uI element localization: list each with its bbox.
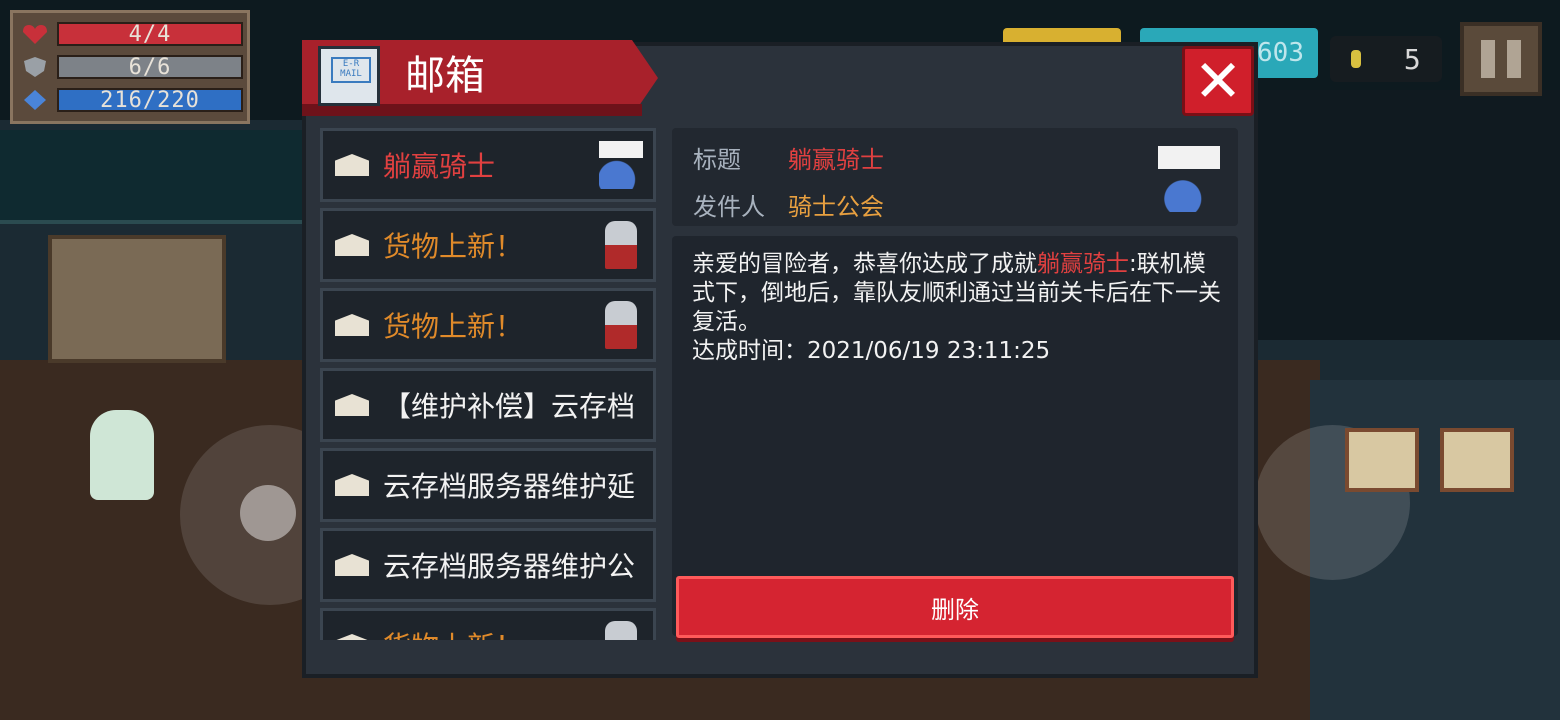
sender-label: 发件人: [693, 193, 765, 221]
mail-item[interactable]: 云存档服务器维护公: [320, 528, 656, 602]
achievement-name: 躺赢骑士: [1037, 251, 1129, 277]
background-sign: [1440, 428, 1514, 492]
mail-item-label: 【维护补偿】云存档: [383, 390, 636, 423]
mail-icon: E-R MAIL: [318, 46, 380, 106]
hp-row: 4/4: [21, 21, 243, 47]
mail-icon-label: E-R MAIL: [331, 57, 371, 83]
achieved-time: 达成时间：2021/06/19 23:11:25: [692, 338, 1051, 364]
background-wall: [0, 130, 330, 224]
armor-row: 6/6: [21, 54, 243, 80]
envelope-icon: [335, 154, 369, 176]
coin-counter: 5: [1330, 36, 1442, 82]
joystick-knob[interactable]: [240, 485, 296, 541]
mail-item[interactable]: 货物上新！: [320, 288, 656, 362]
pause-icon: [1481, 40, 1495, 78]
mail-list[interactable]: 躺赢骑士 货物上新！ 货物上新！ 【维护补偿】云存档 云存档服务器维护延 云存档…: [320, 128, 660, 640]
coin-icon: [1351, 50, 1362, 68]
delete-button[interactable]: 删除: [676, 576, 1234, 638]
background-shelf: [48, 235, 226, 363]
envelope-icon: [335, 234, 369, 256]
envelope-icon: [335, 394, 369, 416]
merchant-icon: [605, 621, 637, 640]
mail-item-label: 货物上新！: [383, 230, 524, 263]
mail-item-label: 云存档服务器维护延: [383, 470, 636, 503]
mail-item[interactable]: 云存档服务器维护延: [320, 448, 656, 522]
coin-count: 5: [1403, 42, 1421, 76]
envelope-icon: [335, 314, 369, 336]
background-right-wall: [1250, 90, 1560, 340]
player-stats-panel: 4/4 6/6 216/220: [10, 10, 250, 124]
body-text-start: 亲爱的冒险者，恭喜你达成了成就: [692, 251, 1037, 277]
envelope-icon: [335, 554, 369, 576]
sleeping-knight-icon: [599, 141, 643, 189]
hp-bar: 4/4: [57, 22, 243, 47]
mail-body-text: 亲爱的冒险者，恭喜你达成了成就躺赢骑士:联机模式下，倒地后，靠队友顺利通过当前关…: [692, 250, 1222, 366]
mail-item[interactable]: 货物上新！: [320, 208, 656, 282]
sleeping-knight-icon: [1158, 146, 1220, 212]
subject-label: 标题: [693, 146, 741, 174]
mail-item[interactable]: 货物上新！: [320, 608, 656, 640]
envelope-icon: [335, 634, 369, 640]
mailbox-title: 邮箱: [405, 53, 485, 99]
mail-item-label: 货物上新！: [383, 625, 605, 640]
pause-button[interactable]: [1460, 22, 1542, 96]
mail-item-label: 躺赢骑士: [383, 150, 496, 183]
armor-bar: 6/6: [57, 55, 243, 80]
merchant-icon: [605, 221, 637, 269]
energy-row: 216/220: [21, 87, 243, 113]
shield-icon: [24, 57, 46, 77]
mail-item-label: 货物上新！: [383, 310, 524, 343]
close-icon: ✕: [1193, 47, 1243, 115]
sender-value: 骑士公会: [788, 193, 884, 221]
energy-bar: 216/220: [57, 88, 243, 113]
subject-value: 躺赢骑士: [788, 146, 884, 174]
pause-icon: [1507, 40, 1521, 78]
npc-character: [90, 410, 154, 500]
close-button[interactable]: ✕: [1182, 46, 1254, 116]
envelope-icon: [335, 474, 369, 496]
background-sign: [1345, 428, 1419, 492]
merchant-icon: [605, 301, 637, 349]
mail-item[interactable]: 躺赢骑士: [320, 128, 656, 202]
heart-icon: [23, 25, 47, 44]
mail-item-label: 云存档服务器维护公: [383, 550, 636, 583]
mail-item[interactable]: 【维护补偿】云存档: [320, 368, 656, 442]
diamond-icon: [24, 90, 46, 110]
